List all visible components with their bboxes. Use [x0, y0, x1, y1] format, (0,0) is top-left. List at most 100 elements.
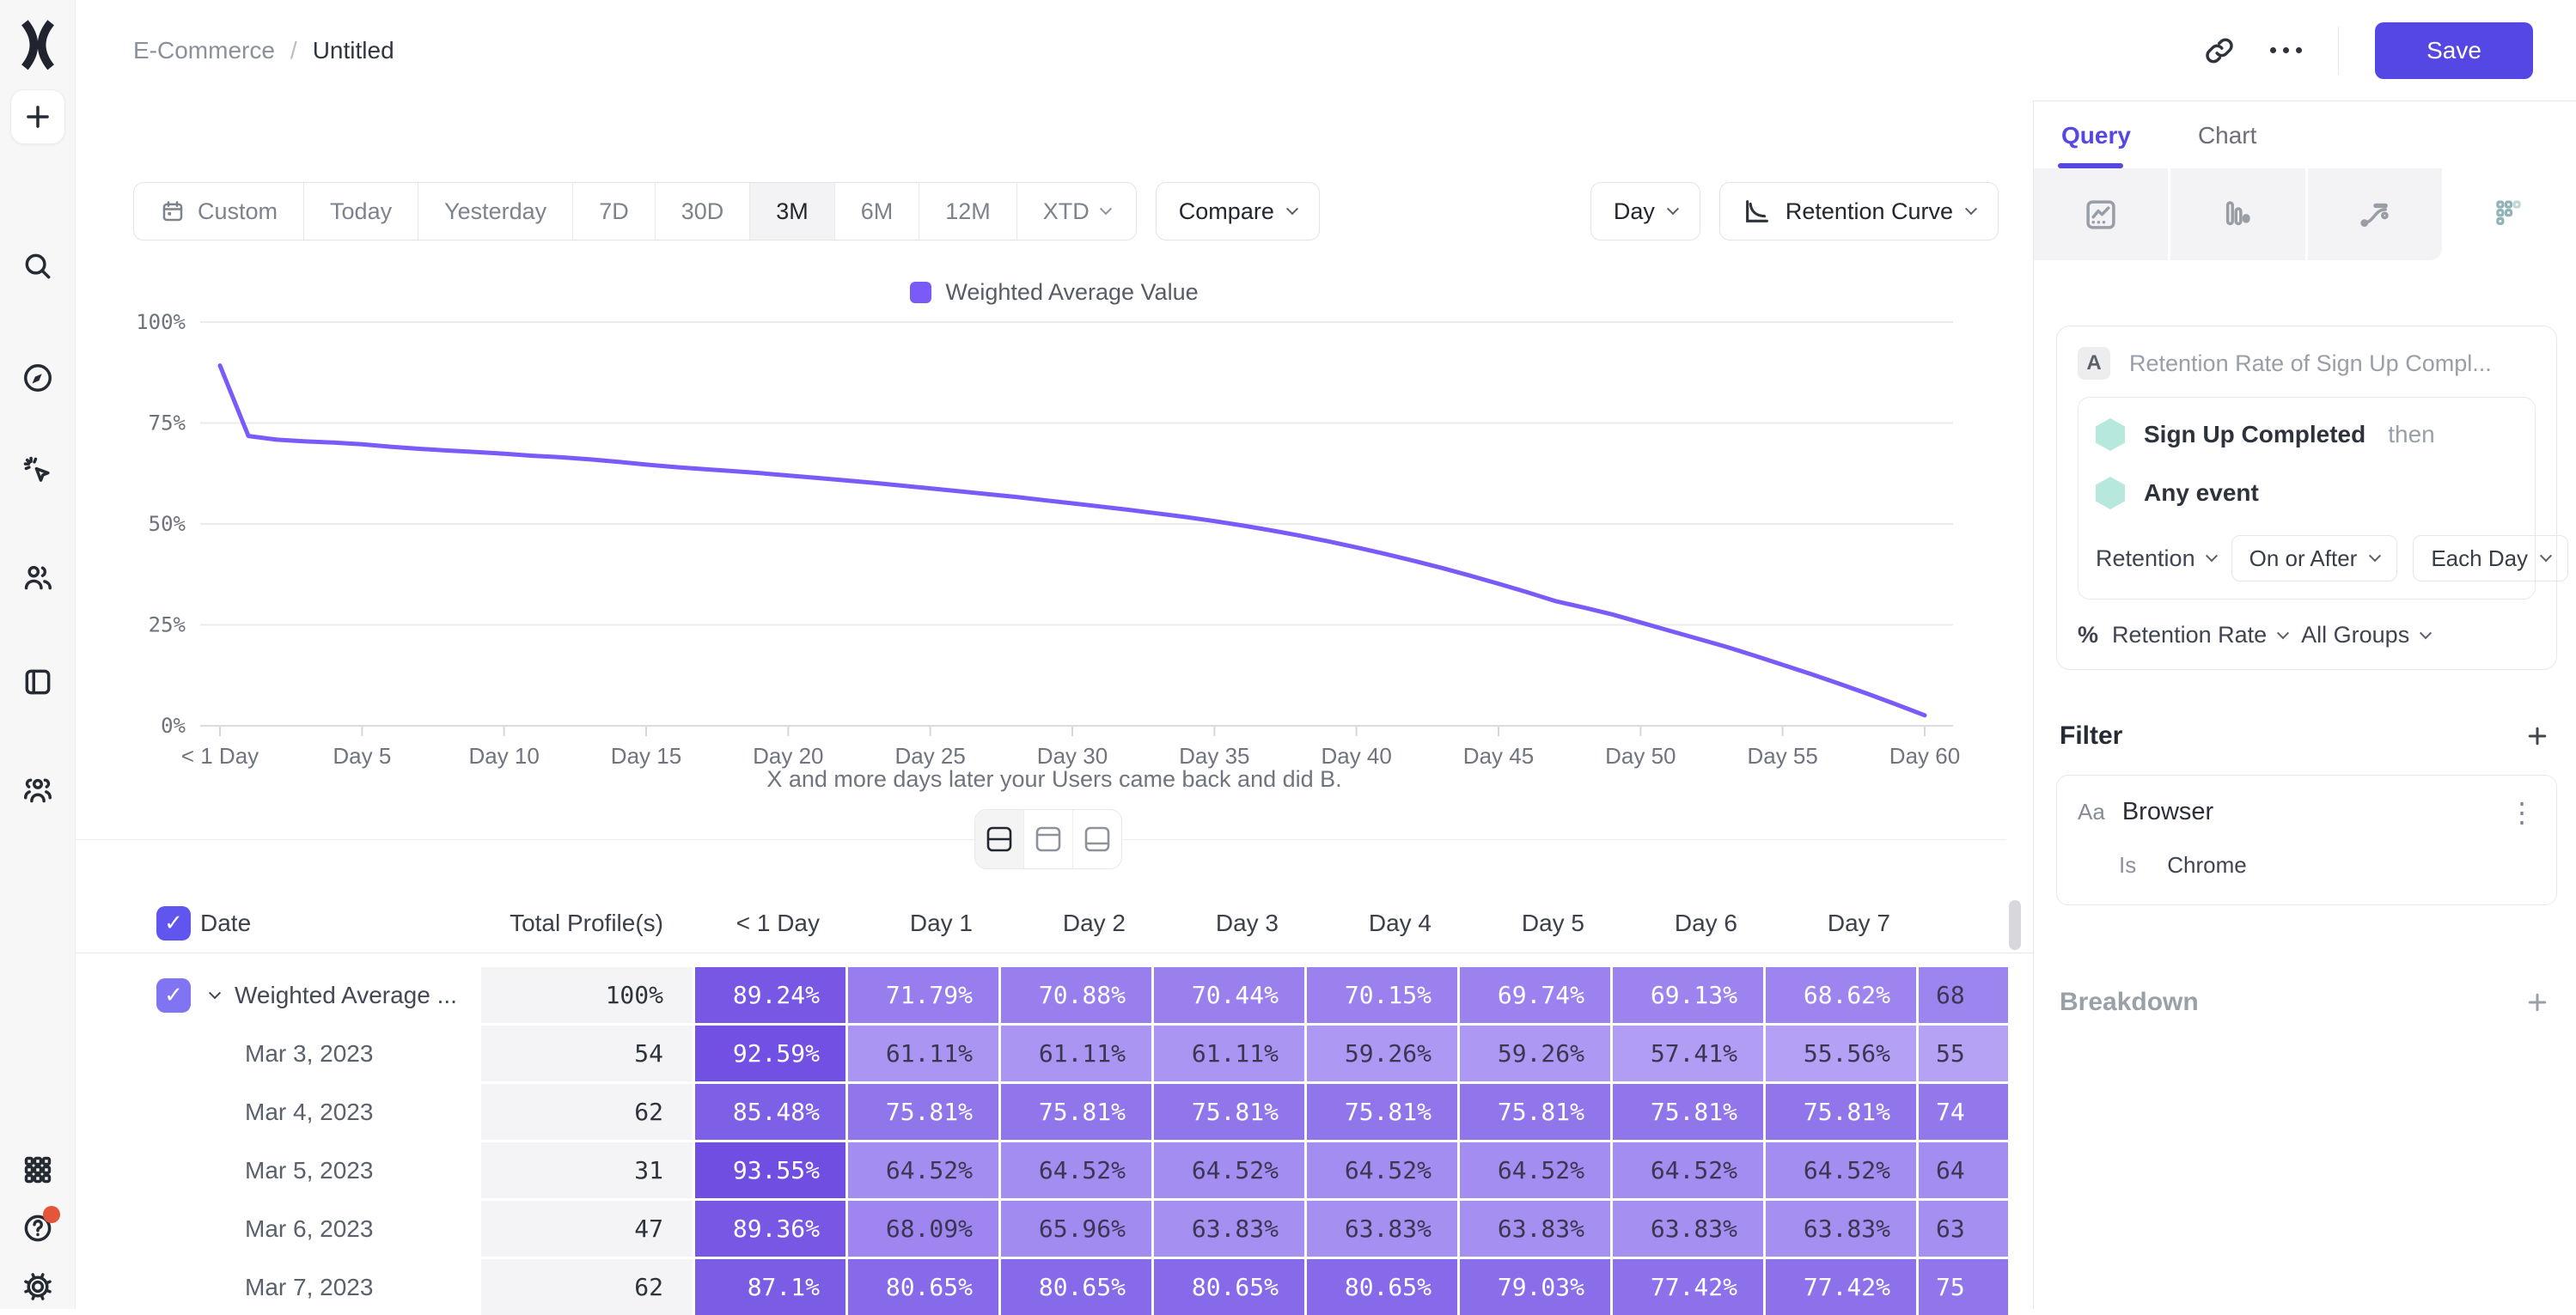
table-scrollbar[interactable] [2009, 900, 2021, 950]
table-row: Mar 5, 20233193.55%64.52%64.52%64.52%64.… [76, 1142, 2033, 1198]
view-toggle-split-view[interactable] [975, 810, 1024, 868]
range-xtd[interactable]: XTD [1017, 183, 1136, 240]
retention-cell: 80.65% [1001, 1259, 1151, 1315]
retention-cell: 75.81% [1154, 1084, 1304, 1140]
x-axis-label: Day 35 [1179, 743, 1249, 769]
tab-query[interactable]: Query [2061, 122, 2131, 168]
range-custom[interactable]: Custom [134, 183, 304, 240]
filter-card[interactable]: Aa Browser ⋮ Is Chrome [2056, 775, 2557, 905]
row-total: 54 [481, 1026, 693, 1081]
tab-chart[interactable]: Chart [2198, 122, 2256, 168]
retention-cell: 93.55% [695, 1142, 845, 1198]
select-all-checkbox[interactable]: ✓ [156, 906, 191, 941]
add-breakdown-icon[interactable] [2524, 989, 2550, 1015]
y-axis-label: 0% [161, 714, 186, 738]
sidebar-item-users[interactable] [10, 550, 65, 605]
sidebar-item-plus[interactable] [10, 89, 65, 144]
groups-dropdown[interactable]: All Groups [2301, 622, 2430, 648]
retention-type-dropdown[interactable]: Retention [2096, 545, 2216, 572]
range-6m[interactable]: 6M [835, 183, 920, 240]
add-filter-icon[interactable] [2524, 723, 2550, 749]
x-axis-label: Day 50 [1605, 743, 1676, 769]
on-or-after-dropdown[interactable]: On or After [2231, 535, 2398, 581]
sidebar-item-team[interactable] [10, 763, 65, 818]
sidebar-item-help[interactable] [10, 1201, 65, 1256]
retention-cell: 61.11% [1001, 1026, 1151, 1081]
save-button[interactable]: Save [2375, 22, 2533, 79]
measure-dropdown[interactable]: Retention Rate [2112, 622, 2287, 648]
sidebar-item-search[interactable] [10, 239, 65, 294]
tab-chart-label: Chart [2198, 122, 2256, 149]
retention-cell: 80.65% [1307, 1259, 1457, 1315]
gear-icon [21, 1270, 54, 1303]
retention-cell: 64.52% [1613, 1142, 1763, 1198]
analysis-tab-retention-grid[interactable] [2442, 168, 2576, 260]
row-total: 31 [481, 1142, 693, 1198]
chart-type-label: Retention Curve [1785, 198, 1953, 225]
retention-cell: 64.52% [848, 1142, 998, 1198]
granularity-button[interactable]: Day [1590, 182, 1700, 240]
retention-cell: 89.24% [695, 967, 845, 1023]
row-checkbox[interactable]: ✓ [156, 978, 191, 1013]
app-logo[interactable] [15, 19, 60, 67]
filter-title: Filter [2060, 721, 2122, 751]
x-axis-label: Day 5 [333, 743, 391, 769]
x-axis-label: Day 15 [611, 743, 681, 769]
chart-only-icon [1034, 825, 1063, 853]
analysis-tab-flow[interactable] [2308, 168, 2442, 260]
retention-cell: 80.65% [1154, 1259, 1304, 1315]
panel-tabs: Query Chart [2034, 101, 2576, 168]
range-7d[interactable]: 7D [573, 183, 656, 240]
breadcrumb-separator: / [290, 37, 297, 64]
retention-cell: 59.26% [1460, 1026, 1610, 1081]
each-day-label: Each Day [2431, 545, 2528, 572]
chart-type-button[interactable]: Retention Curve [1719, 182, 1999, 240]
row-date: Mar 5, 2023 [198, 1157, 373, 1184]
event-row-first[interactable]: Sign Up Completed then [2096, 418, 2518, 451]
filter-operator[interactable]: Is [2119, 852, 2136, 879]
sidebar-item-gear[interactable] [10, 1259, 65, 1314]
sidebar-item-compass[interactable] [10, 350, 65, 405]
share-link-icon[interactable] [2205, 36, 2234, 65]
analysis-tab-bar-chart[interactable] [2170, 168, 2307, 260]
each-day-dropdown[interactable]: Each Day [2413, 535, 2568, 581]
y-axis-label: 25% [149, 613, 186, 637]
x-axis-label: Day 30 [1037, 743, 1108, 769]
range-today[interactable]: Today [304, 183, 418, 240]
sidebar-item-notebook[interactable] [10, 654, 65, 709]
retention-chart: Weighted Average Value 100%75%50%25%0%< … [76, 238, 2033, 839]
retention-cell-clipped: 68 [1919, 967, 2008, 1023]
query-title[interactable]: Retention Rate of Sign Up Compl... [2129, 350, 2492, 377]
range-yesterday[interactable]: Yesterday [418, 183, 573, 240]
filter-kebab-icon[interactable]: ⋮ [2508, 804, 2536, 821]
filter-value[interactable]: Chrome [2167, 852, 2246, 879]
retention-cell: 64.52% [1460, 1142, 1610, 1198]
sidebar-item-cursor-spark[interactable] [10, 443, 65, 498]
breadcrumb-section[interactable]: E-Commerce [133, 37, 275, 64]
expand-row-icon[interactable] [209, 987, 221, 999]
analysis-tab-chart-insights[interactable] [2034, 168, 2170, 260]
retention-cell: 75.81% [1001, 1084, 1151, 1140]
analysis-type-tabs [2034, 168, 2576, 260]
view-toggle-chart-only[interactable] [1024, 810, 1073, 868]
main-content: CustomTodayYesterday7D30D3M6M12MXTD Comp… [76, 100, 2033, 1309]
retention-cell: 63.83% [1460, 1201, 1610, 1257]
string-type-icon: Aa [2078, 799, 2105, 825]
range-3m[interactable]: 3M [750, 183, 835, 240]
event-row-second[interactable]: Any event [2096, 477, 2518, 509]
table-row: Mar 3, 20235492.59%61.11%61.11%61.11%59.… [76, 1026, 2033, 1081]
range-30d[interactable]: 30D [656, 183, 751, 240]
range-12m[interactable]: 12M [919, 183, 1017, 240]
sidebar-item-apps-grid[interactable] [10, 1142, 65, 1197]
total-column-header: Total Profile(s) [481, 910, 693, 937]
cursor-spark-icon [21, 454, 54, 487]
percent-icon: % [2078, 622, 2098, 648]
compare-button[interactable]: Compare [1156, 182, 1320, 240]
more-options-icon[interactable] [2270, 47, 2302, 53]
retention-cell: 63.83% [1154, 1201, 1304, 1257]
view-toggle-table-only[interactable] [1073, 810, 1121, 868]
x-axis-label: Day 25 [894, 743, 965, 769]
retention-cell: 75.81% [1766, 1084, 1916, 1140]
retention-cell: 63.83% [1766, 1201, 1916, 1257]
breadcrumb-page[interactable]: Untitled [313, 37, 394, 64]
